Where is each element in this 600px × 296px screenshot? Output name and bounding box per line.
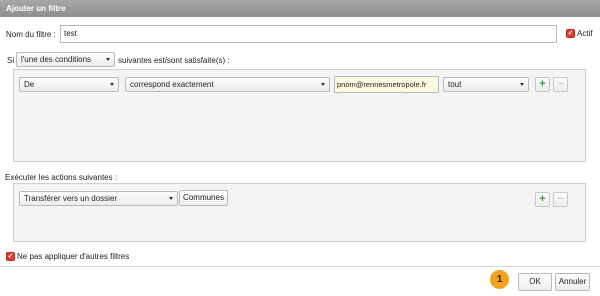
rule-operator-value: correspond exactement [130, 80, 214, 89]
folder-button[interactable]: Communes [179, 190, 228, 206]
rule-value-input[interactable]: pnom@rennesmetropole.fr [334, 76, 439, 93]
ok-button[interactable]: OK [518, 273, 552, 291]
condition-mode-value: l'une des conditions [21, 55, 92, 64]
dialog-title: Ajouter un filtre [0, 0, 600, 17]
remove-action-button[interactable]: − [553, 192, 568, 207]
active-label: Actif [577, 29, 593, 38]
chevron-down-icon [520, 83, 524, 86]
rule-scope-select[interactable]: tout [443, 77, 529, 92]
rule-field-value: De [24, 80, 35, 89]
actions-heading: Exécuter les actions suivantes : [5, 173, 118, 182]
chevron-down-icon [106, 58, 110, 61]
action-type-value: Transférer vers un dossier [24, 194, 118, 203]
remove-rule-button[interactable]: − [553, 77, 568, 92]
rule-scope-value: tout [448, 80, 462, 89]
condition-mode-select[interactable]: l'une des conditions [16, 52, 115, 67]
condition-prefix: Si [7, 56, 15, 65]
condition-suffix: suivantes est/sont satisfaite(s) : [118, 56, 230, 65]
active-checkbox[interactable]: ✓ [566, 29, 575, 38]
footer-divider [0, 266, 600, 267]
stop-filters-label: Ne pas appliquer d'autres filtres [17, 252, 130, 261]
rule-operator-select[interactable]: correspond exactement [125, 77, 330, 92]
step-badge: 1 [490, 270, 509, 289]
add-rule-button[interactable]: + [535, 77, 550, 92]
add-action-button[interactable]: + [535, 192, 550, 207]
chevron-down-icon [169, 197, 173, 200]
filter-name-label: Nom du filtre : [6, 30, 56, 39]
cancel-button[interactable]: Annuler [555, 273, 590, 291]
stop-filters-checkbox[interactable]: ✓ [6, 252, 15, 261]
chevron-down-icon [321, 83, 325, 86]
filter-name-input[interactable]: test [60, 25, 557, 43]
chevron-down-icon [110, 83, 114, 86]
action-type-select[interactable]: Transférer vers un dossier [19, 191, 178, 206]
rule-field-select[interactable]: De [19, 77, 119, 92]
